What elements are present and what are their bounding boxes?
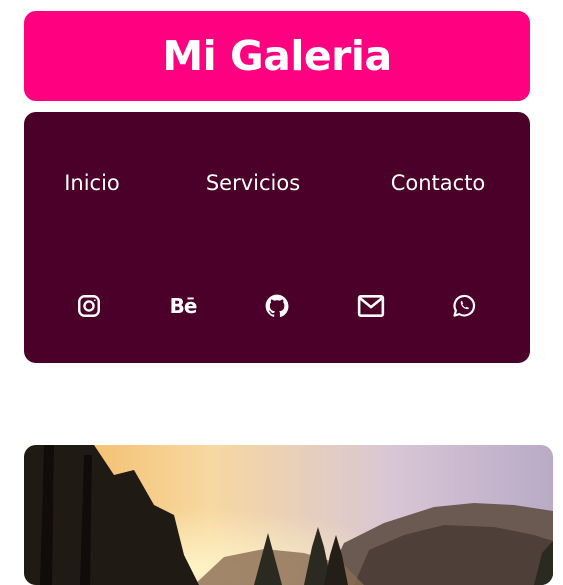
nav-link-inicio[interactable]: Inicio [64, 167, 120, 199]
gallery-image-card[interactable] [24, 445, 553, 585]
nav-panel: Inicio Servicios Contacto Bē [24, 112, 530, 363]
instagram-icon[interactable] [73, 290, 105, 322]
nav-link-servicios[interactable]: Servicios [206, 167, 300, 199]
github-icon[interactable] [261, 290, 293, 322]
nav-links: Inicio Servicios Contacto [24, 167, 530, 199]
behance-icon[interactable]: Bē [167, 290, 199, 322]
mail-icon[interactable] [355, 290, 387, 322]
site-header: Mi Galeria [24, 11, 530, 101]
site-title: Mi Galeria [162, 32, 392, 80]
behance-glyph: Bē [169, 294, 198, 318]
social-links: Bē [24, 290, 530, 322]
nav-link-contacto[interactable]: Contacto [391, 167, 486, 199]
whatsapp-icon[interactable] [448, 290, 480, 322]
landscape-sunset-photo [24, 445, 553, 585]
